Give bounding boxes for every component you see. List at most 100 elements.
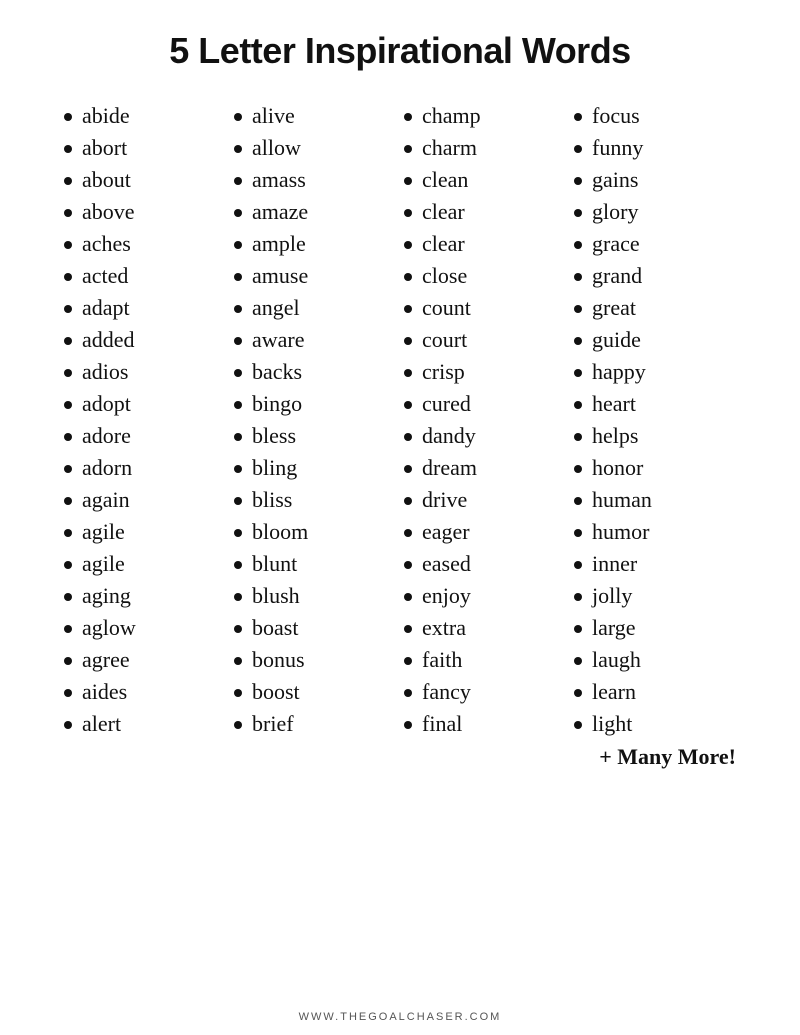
list-item: grand — [574, 260, 736, 292]
bullet-icon — [64, 241, 72, 249]
list-item: focus — [574, 100, 736, 132]
list-item: drive — [404, 484, 566, 516]
list-item: aides — [64, 676, 226, 708]
word-text: aging — [82, 583, 131, 609]
word-text: adapt — [82, 295, 130, 321]
bullet-icon — [64, 177, 72, 185]
list-item: adopt — [64, 388, 226, 420]
bullet-icon — [404, 401, 412, 409]
bullet-icon — [574, 721, 582, 729]
word-text: eased — [422, 551, 471, 577]
word-text: amaze — [252, 199, 308, 225]
bullet-icon — [64, 657, 72, 665]
list-item: large — [574, 612, 736, 644]
word-text: above — [82, 199, 135, 225]
bullet-icon — [404, 561, 412, 569]
list-item: again — [64, 484, 226, 516]
list-item: count — [404, 292, 566, 324]
list-item: jolly — [574, 580, 736, 612]
list-item: great — [574, 292, 736, 324]
bullet-icon — [404, 273, 412, 281]
bullet-icon — [64, 689, 72, 697]
list-item: acted — [64, 260, 226, 292]
bullet-icon — [64, 593, 72, 601]
list-item: guide — [574, 324, 736, 356]
list-item: dream — [404, 452, 566, 484]
word-text: brief — [252, 711, 294, 737]
list-item: bliss — [234, 484, 396, 516]
bullet-icon — [64, 529, 72, 537]
list-item: close — [404, 260, 566, 292]
list-item: court — [404, 324, 566, 356]
word-text: count — [422, 295, 471, 321]
word-text: happy — [592, 359, 646, 385]
word-text: allow — [252, 135, 301, 161]
bullet-icon — [64, 209, 72, 217]
bullet-icon — [404, 305, 412, 313]
word-text: bless — [252, 423, 296, 449]
bullet-icon — [404, 625, 412, 633]
word-text: boost — [252, 679, 300, 705]
word-text: angel — [252, 295, 300, 321]
bullet-icon — [404, 145, 412, 153]
bullet-icon — [234, 177, 242, 185]
bullet-icon — [574, 241, 582, 249]
list-item: enjoy — [404, 580, 566, 612]
list-item: backs — [234, 356, 396, 388]
word-text: glory — [592, 199, 638, 225]
word-text: light — [592, 711, 632, 737]
bullet-icon — [234, 657, 242, 665]
word-column-1: abideabortaboutaboveachesactedadaptadded… — [60, 100, 230, 740]
list-item: above — [64, 196, 226, 228]
list-item: humor — [574, 516, 736, 548]
bullet-icon — [64, 305, 72, 313]
bullet-icon — [64, 465, 72, 473]
bullet-icon — [574, 273, 582, 281]
word-text: learn — [592, 679, 636, 705]
bullet-icon — [574, 401, 582, 409]
bullet-icon — [404, 369, 412, 377]
list-item: faith — [404, 644, 566, 676]
word-text: ample — [252, 231, 306, 257]
word-text: crisp — [422, 359, 465, 385]
word-text: bonus — [252, 647, 305, 673]
list-item: bingo — [234, 388, 396, 420]
word-text: adopt — [82, 391, 131, 417]
bullet-icon — [574, 657, 582, 665]
list-item: boast — [234, 612, 396, 644]
word-text: clear — [422, 231, 465, 257]
bullet-icon — [64, 401, 72, 409]
bullet-icon — [404, 529, 412, 537]
bullet-icon — [234, 689, 242, 697]
bullet-icon — [574, 529, 582, 537]
list-item: amaze — [234, 196, 396, 228]
bullet-icon — [404, 241, 412, 249]
word-text: jolly — [592, 583, 632, 609]
bullet-icon — [574, 145, 582, 153]
word-text: bling — [252, 455, 297, 481]
bullet-icon — [64, 145, 72, 153]
bullet-icon — [64, 337, 72, 345]
bullet-icon — [574, 433, 582, 441]
list-item: blush — [234, 580, 396, 612]
list-item: amuse — [234, 260, 396, 292]
list-item: agree — [64, 644, 226, 676]
bullet-icon — [574, 561, 582, 569]
bullet-icon — [574, 593, 582, 601]
word-text: extra — [422, 615, 466, 641]
list-item: aglow — [64, 612, 226, 644]
bullet-icon — [574, 689, 582, 697]
bullet-icon — [234, 273, 242, 281]
list-item: clear — [404, 228, 566, 260]
bullet-icon — [64, 625, 72, 633]
bullet-icon — [404, 337, 412, 345]
word-text: heart — [592, 391, 636, 417]
bullet-icon — [404, 209, 412, 217]
bullet-icon — [64, 721, 72, 729]
bullet-icon — [404, 113, 412, 121]
list-item: ample — [234, 228, 396, 260]
word-text: added — [82, 327, 135, 353]
list-item: allow — [234, 132, 396, 164]
list-item: abide — [64, 100, 226, 132]
word-text: humor — [592, 519, 649, 545]
